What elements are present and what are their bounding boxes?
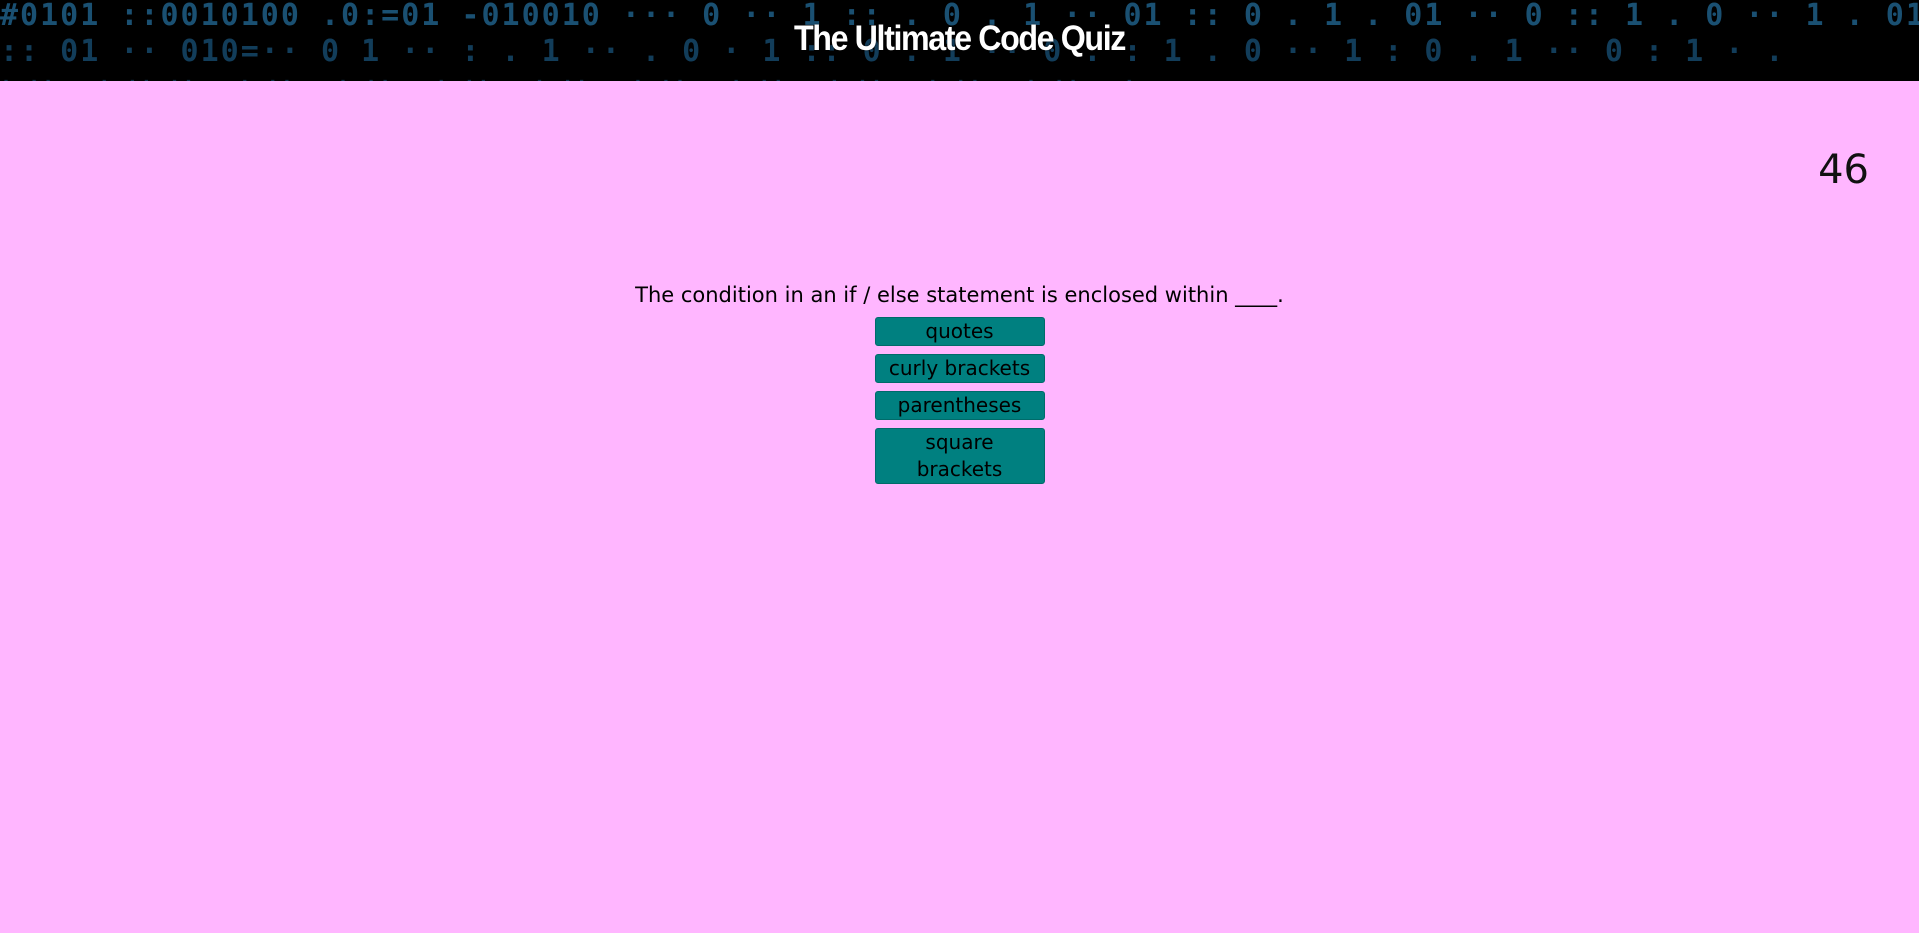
choice-button-square-brackets[interactable]: square brackets <box>874 428 1045 484</box>
choice-button-quotes[interactable]: quotes <box>874 317 1045 346</box>
page-title: The Ultimate Code Quiz <box>793 19 1126 58</box>
header-banner: #0101 ::0010100 .0:=01 -010010 ··· 0 ·· … <box>0 0 1919 81</box>
answer-choices: quotes curly brackets parentheses square… <box>0 317 1919 484</box>
choice-button-parentheses[interactable]: parentheses <box>874 391 1045 420</box>
question-text: The condition in an if / else statement … <box>635 283 1284 307</box>
choice-button-curly-brackets[interactable]: curly brackets <box>874 354 1045 383</box>
countdown-timer: 46 <box>1818 147 1869 193</box>
quiz-section: The condition in an if / else statement … <box>0 281 1919 484</box>
